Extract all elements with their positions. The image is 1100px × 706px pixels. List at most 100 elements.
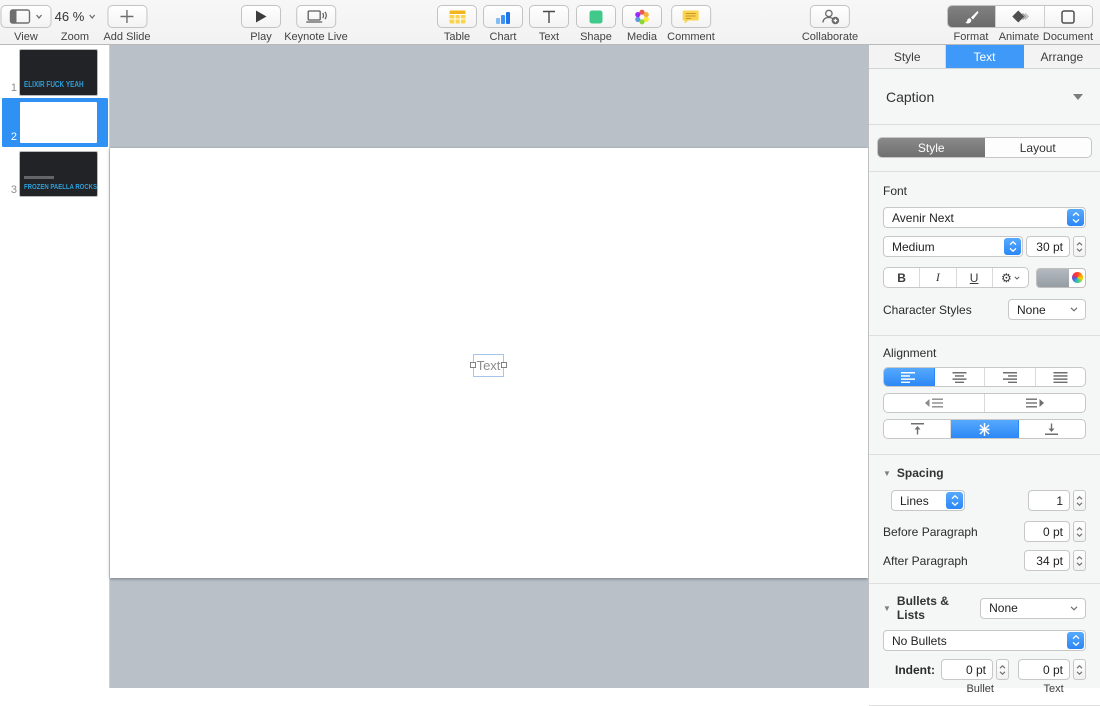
slide-3-title: FROZEN PAELLA ROCKS bbox=[24, 182, 97, 191]
before-paragraph-label: Before Paragraph bbox=[883, 524, 978, 539]
animate-button[interactable] bbox=[996, 6, 1045, 27]
format-brush-icon bbox=[965, 10, 979, 23]
media-button[interactable] bbox=[622, 5, 662, 28]
bullet-indent-stepper[interactable] bbox=[996, 659, 1009, 680]
font-size-field[interactable]: 30 pt bbox=[1026, 236, 1070, 257]
keynote-live-label: Keynote Live bbox=[284, 31, 348, 43]
inspector-tabs: Style Text Arrange bbox=[869, 45, 1100, 69]
document-label: Document bbox=[1042, 31, 1094, 43]
bullets-lists-header[interactable]: ▼ Bullets & Lists bbox=[883, 594, 980, 622]
document-button[interactable] bbox=[1044, 6, 1092, 27]
text-indent-field[interactable]: 0 pt bbox=[1018, 659, 1070, 680]
comment-control: Comment bbox=[667, 5, 715, 43]
after-paragraph-stepper[interactable] bbox=[1073, 550, 1086, 571]
character-styles-dropdown[interactable]: None bbox=[1008, 299, 1086, 320]
shape-button[interactable] bbox=[576, 5, 616, 28]
table-button[interactable] bbox=[437, 5, 477, 28]
animate-diamond-icon bbox=[1012, 10, 1029, 23]
before-paragraph-stepper[interactable] bbox=[1073, 521, 1086, 542]
line-spacing-value-field[interactable]: 1 bbox=[1028, 490, 1070, 511]
zoom-label: Zoom bbox=[60, 31, 90, 43]
divider bbox=[869, 171, 1100, 172]
align-bottom-button[interactable] bbox=[1019, 420, 1085, 438]
tab-arrange[interactable]: Arrange bbox=[1024, 45, 1100, 68]
disclosure-triangle-icon: ▼ bbox=[883, 468, 891, 478]
increase-indent-button[interactable] bbox=[985, 394, 1085, 412]
comment-label: Comment bbox=[667, 31, 715, 43]
stepper-icon[interactable] bbox=[1067, 209, 1084, 226]
chevron-down-icon bbox=[1014, 275, 1020, 280]
bullets-lists-label: Bullets & Lists bbox=[896, 594, 949, 622]
mode-style[interactable]: Style bbox=[878, 138, 985, 157]
resize-handle-right[interactable] bbox=[501, 361, 507, 368]
table-label: Table bbox=[443, 31, 471, 43]
view-button[interactable] bbox=[0, 5, 52, 28]
stepper-icon[interactable] bbox=[1004, 238, 1021, 255]
collaborate-button[interactable] bbox=[809, 5, 850, 28]
animate-label: Animate bbox=[998, 31, 1040, 43]
font-typeface-value: Medium bbox=[892, 239, 935, 254]
font-family-dropdown[interactable]: Avenir Next bbox=[883, 207, 1086, 228]
format-inspector: Style Text Arrange Caption Style Layout … bbox=[868, 45, 1100, 706]
text-placeholder-box[interactable]: Text bbox=[470, 354, 507, 377]
font-size-stepper[interactable] bbox=[1073, 236, 1086, 257]
slide-thumbnail-2[interactable] bbox=[20, 102, 97, 143]
current-slide[interactable]: Text bbox=[110, 148, 868, 578]
text-button[interactable] bbox=[529, 5, 569, 28]
chart-button[interactable] bbox=[483, 5, 523, 28]
align-left-icon bbox=[901, 371, 916, 383]
shape-label: Shape bbox=[580, 31, 612, 43]
text-options-button[interactable]: ⚙ bbox=[993, 268, 1028, 287]
text-caption: Text bbox=[1043, 683, 1064, 695]
slide-number: 1 bbox=[10, 82, 17, 94]
zoom-button[interactable]: 46 % bbox=[47, 5, 104, 28]
line-spacing-dropdown[interactable]: Lines bbox=[891, 490, 965, 511]
paragraph-style-header[interactable]: Caption bbox=[869, 69, 1100, 125]
spacing-header[interactable]: ▼ Spacing bbox=[883, 466, 1086, 480]
decrease-indent-button[interactable] bbox=[884, 394, 985, 412]
keynote-live-button[interactable] bbox=[295, 5, 336, 28]
text-color-well[interactable] bbox=[1036, 267, 1086, 288]
format-button[interactable] bbox=[948, 6, 997, 27]
add-slide-button[interactable] bbox=[107, 5, 147, 28]
stepper-icon[interactable] bbox=[946, 492, 963, 509]
bullets-lists-value: None bbox=[989, 601, 1018, 615]
line-spacing-stepper[interactable] bbox=[1073, 490, 1086, 511]
tab-text[interactable]: Text bbox=[946, 45, 1024, 68]
slide-canvas[interactable]: Text bbox=[110, 45, 868, 688]
align-middle-button[interactable] bbox=[951, 420, 1019, 438]
text-indent-stepper[interactable] bbox=[1073, 659, 1086, 680]
bold-button[interactable]: B bbox=[884, 268, 921, 287]
font-section-label: Font bbox=[883, 184, 908, 198]
mode-layout[interactable]: Layout bbox=[985, 138, 1092, 157]
before-paragraph-value: 0 pt bbox=[1042, 524, 1063, 539]
underline-button[interactable]: U bbox=[957, 268, 993, 287]
comment-button[interactable] bbox=[671, 5, 711, 28]
align-right-button[interactable] bbox=[985, 368, 1036, 386]
align-center-button[interactable] bbox=[935, 368, 985, 386]
play-icon bbox=[256, 10, 267, 23]
shape-control: Shape bbox=[576, 5, 616, 43]
chart-icon bbox=[496, 11, 510, 24]
italic-button[interactable]: I bbox=[920, 268, 957, 287]
bullets-lists-dropdown[interactable]: None bbox=[980, 597, 1086, 619]
bullet-indent-field[interactable]: 0 pt bbox=[941, 659, 993, 680]
spacing-label: Spacing bbox=[896, 466, 944, 480]
align-justify-button[interactable] bbox=[1036, 368, 1086, 386]
align-left-button[interactable] bbox=[884, 368, 935, 386]
indent-label: Indent: bbox=[895, 662, 935, 677]
resize-handle-left[interactable] bbox=[470, 361, 476, 368]
after-paragraph-field[interactable]: 34 pt bbox=[1024, 550, 1070, 571]
before-paragraph-field[interactable]: 0 pt bbox=[1024, 521, 1070, 542]
font-typeface-dropdown[interactable]: Medium bbox=[883, 236, 1023, 257]
tab-style[interactable]: Style bbox=[869, 45, 947, 68]
slide-3-fine-print bbox=[24, 176, 54, 179]
slide-thumbnail-3[interactable]: FROZEN PAELLA ROCKS bbox=[20, 152, 97, 196]
bullet-style-dropdown[interactable]: No Bullets bbox=[883, 630, 1086, 651]
disclosure-down-icon bbox=[1073, 93, 1083, 100]
slide-thumbnail-1[interactable]: ELIXIR FUCK YEAH bbox=[20, 50, 97, 95]
stepper-icon[interactable] bbox=[1067, 632, 1084, 649]
slide-number: 3 bbox=[10, 184, 17, 196]
align-top-button[interactable] bbox=[884, 420, 952, 438]
play-button[interactable] bbox=[241, 5, 281, 28]
